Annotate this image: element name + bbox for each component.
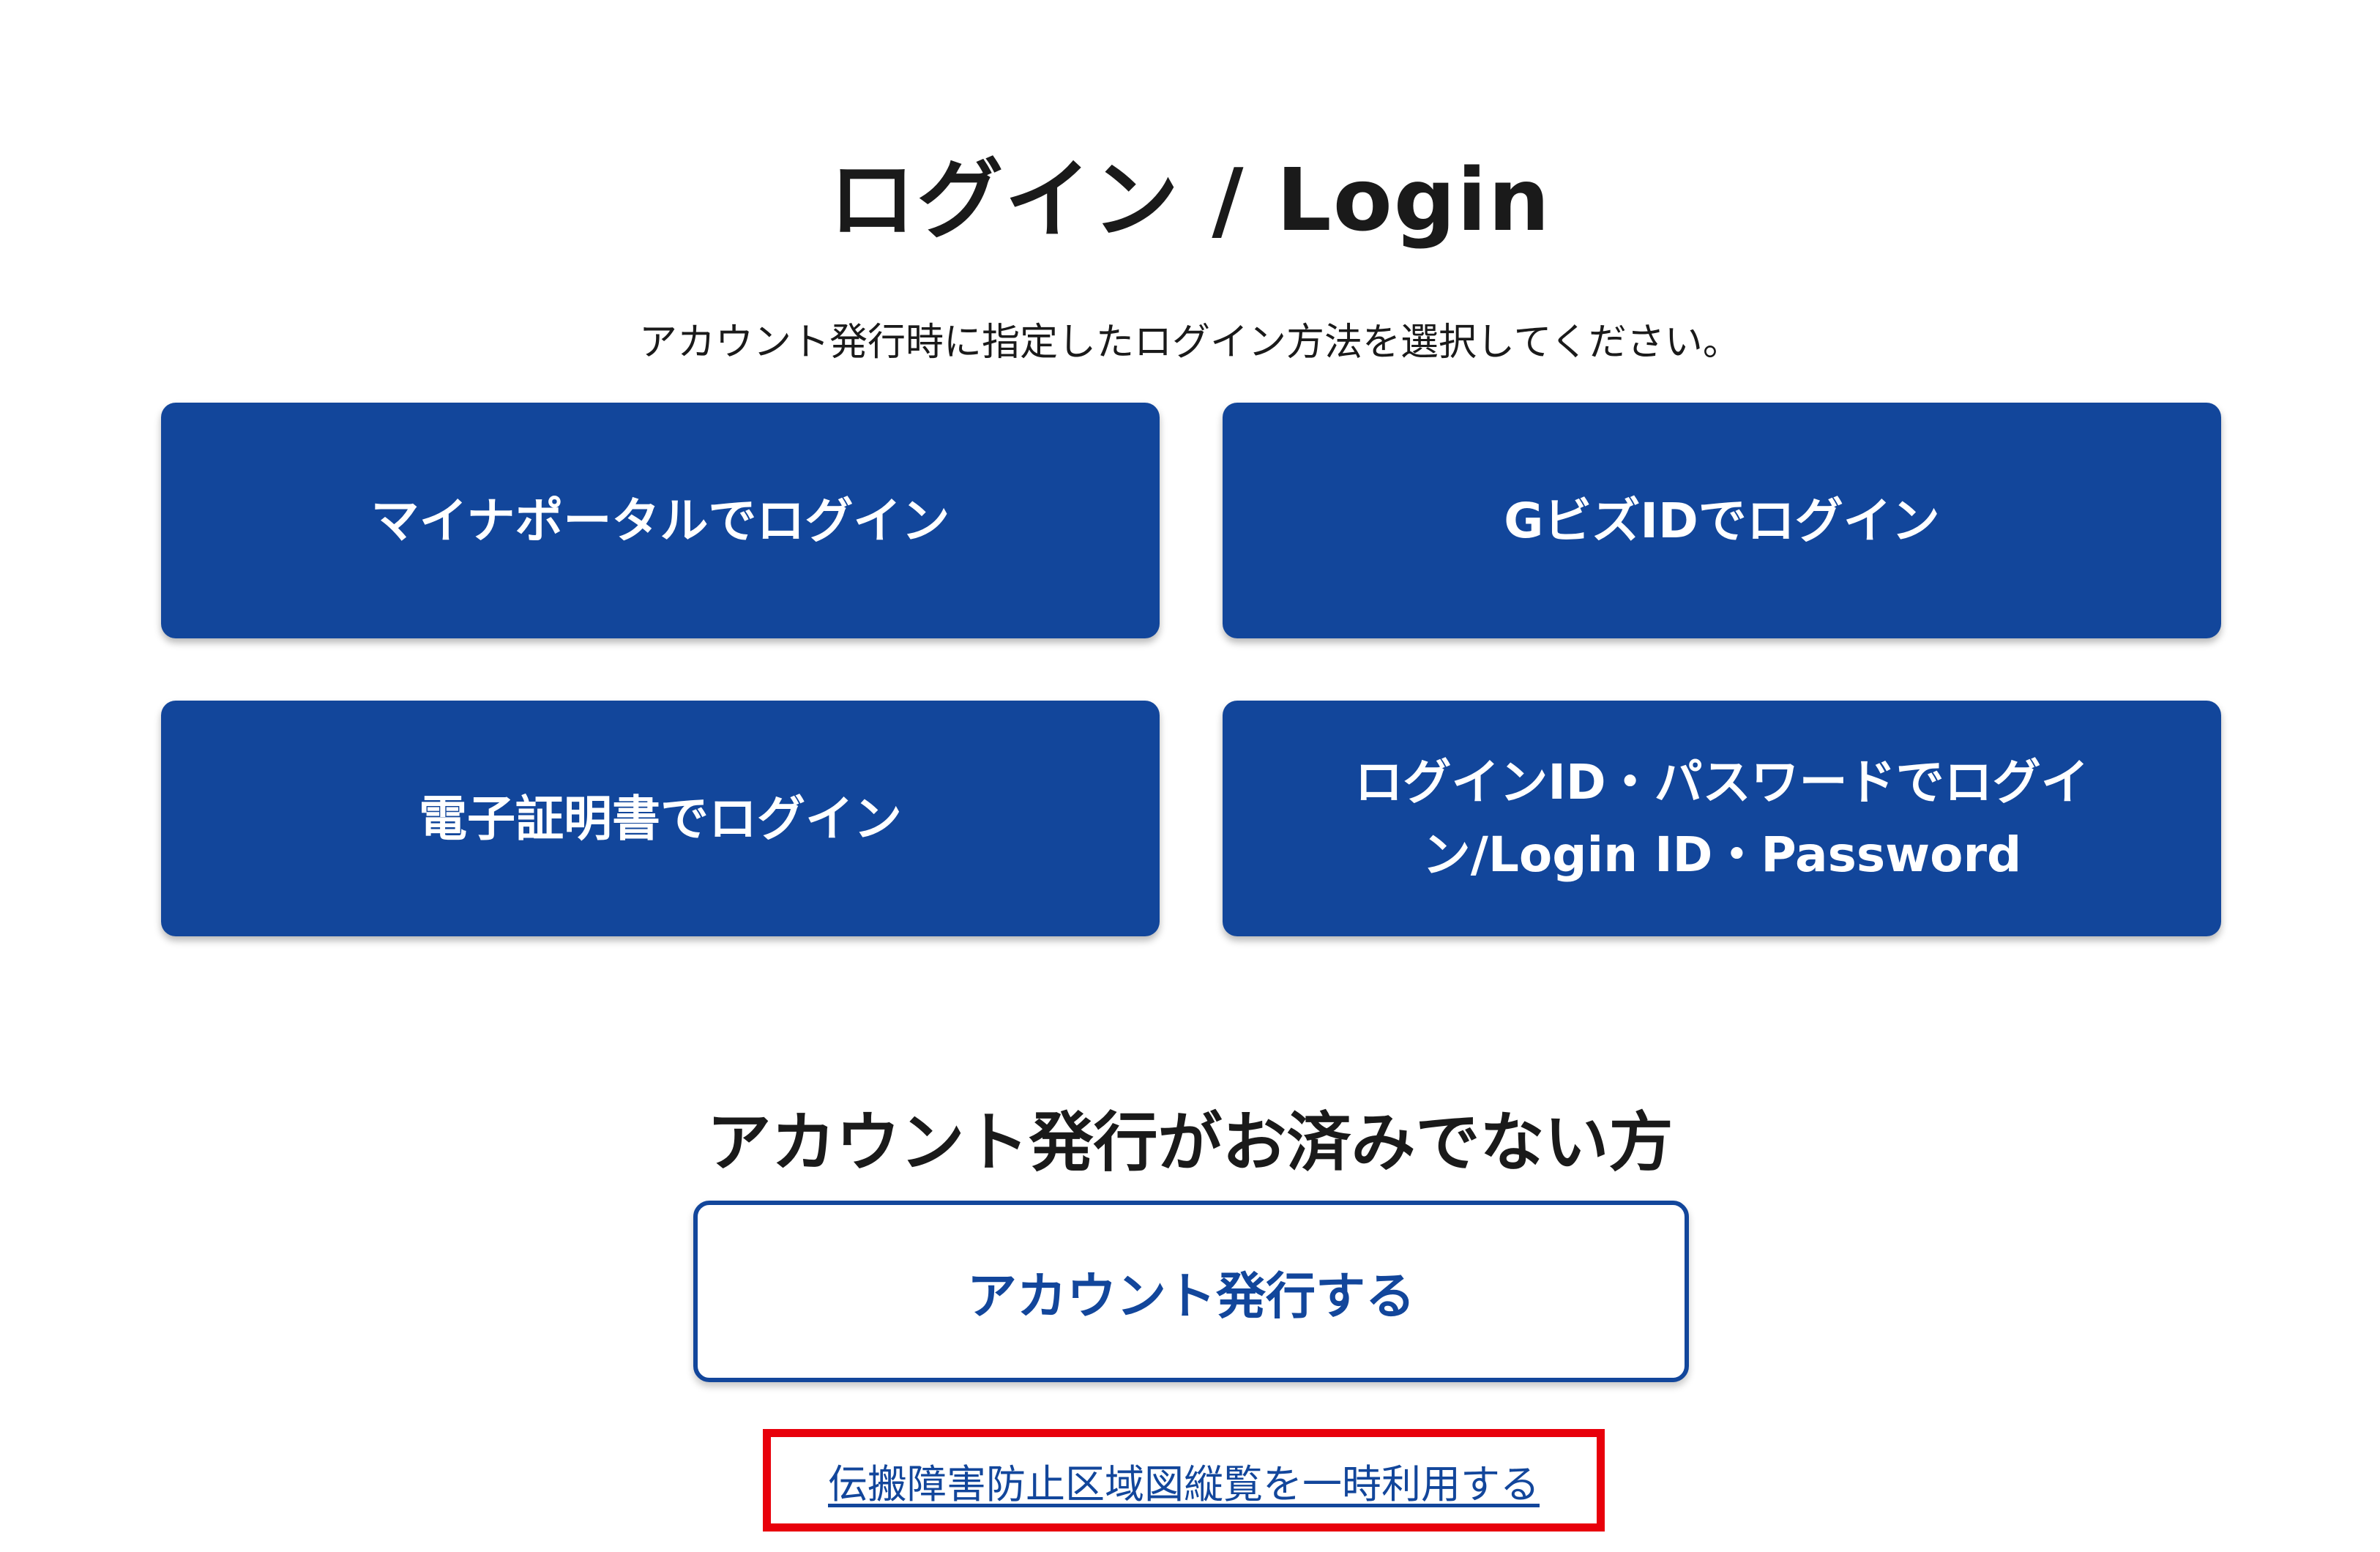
certificate-login-label: 電子証明書でログイン [419,790,902,847]
create-account-button[interactable]: アカウント発行する [693,1201,1689,1382]
no-account-heading: アカウント発行がお済みでない方 [706,1105,1674,1181]
highlight-box: 伝搬障害防止区域図縦覧を一時利用する [763,1429,1605,1532]
login-page: ログイン / Login アカウント発行時に指定したログイン方法を選択してくださ… [0,0,2380,1552]
gbiz-login-button[interactable]: GビズIDでログイン [1223,403,2221,638]
certificate-login-button[interactable]: 電子証明書でログイン [161,701,1160,936]
create-account-label: アカウント発行する [966,1267,1415,1326]
temporary-use-link[interactable]: 伝搬障害防止区域図縦覧を一時利用する [828,1452,1540,1510]
page-title: ログイン / Login [829,149,1551,251]
gbiz-login-label: GビズIDでログイン [1504,492,1940,549]
page-subtitle: アカウント発行時に指定したログイン方法を選択してください。 [639,321,1741,365]
mynaportal-login-label: マイナポータルでログイン [370,492,950,549]
loginid-password-login-label: ログインID・パスワードでログイン/Login ID・Password [1354,754,2089,883]
loginid-password-login-button[interactable]: ログインID・パスワードでログイン/Login ID・Password [1223,701,2221,936]
mynaportal-login-button[interactable]: マイナポータルでログイン [161,403,1160,638]
